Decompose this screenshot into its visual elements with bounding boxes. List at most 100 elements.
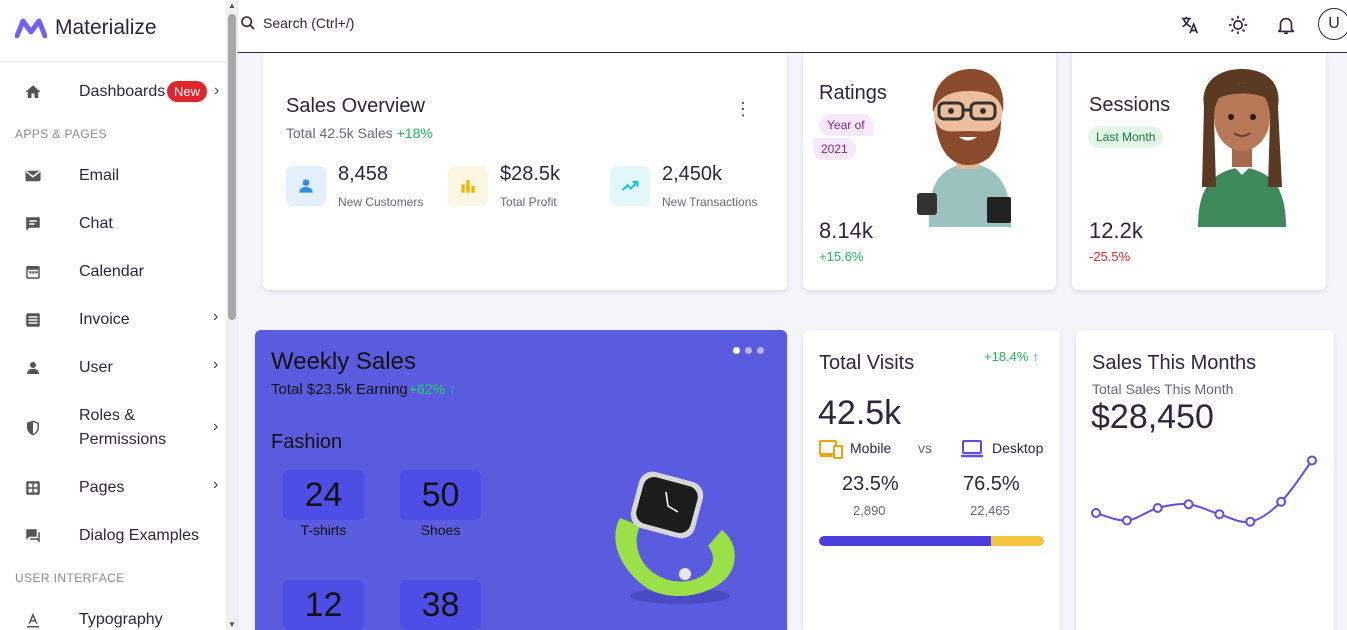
materialize-logo-icon [15,18,47,38]
chevron-right-icon: › [213,308,219,325]
scroll-up-arrow-icon[interactable]: ▲ [227,1,237,10]
smartwatch-image [615,471,735,604]
invoice-icon [23,310,43,330]
divider [0,61,226,62]
sidebar-item-label: Dashboards [79,83,166,100]
weekly-sales-title: Weekly Sales [271,348,416,375]
total-visits-growth: +18.4% ↑ [984,349,1039,364]
chart-point[interactable] [1307,455,1317,466]
visits-progress-bar [819,536,1044,546]
sidebar-item-label: Dialog Examples [79,527,200,544]
weekly-sales-card: Weekly Sales Total $23.5k Earning +62% ↑… [255,330,787,630]
chart-point[interactable] [1245,516,1256,527]
chart-point[interactable] [1276,496,1287,507]
pages-icon [23,478,43,498]
chart-point[interactable] [1091,508,1101,518]
carousel-dot[interactable] [745,347,752,354]
home-icon [23,82,43,102]
sidebar-item-label: User [79,359,113,376]
search-trigger[interactable]: Search (Ctrl+/) [240,15,354,31]
mobile-percentage: 23.5% [842,473,899,495]
chart-point[interactable] [1183,499,1194,510]
sidebar-item-label: Invoice [79,311,130,328]
mobile-count: 2,890 [853,503,886,518]
sidebar-item-label: Roles & [79,407,136,424]
weekly-sales-growth: +62% ↑ [408,381,456,397]
sidebar-item-label: Chat [79,215,113,232]
tshirts-label: T-shirts [300,522,347,538]
sessions-chip: Last Month [1088,126,1164,148]
trending-up-icon [610,166,650,206]
chart-point[interactable] [1214,509,1225,520]
sales-month-subtitle: Total Sales This Month [1092,381,1234,397]
sidebar-item-calendar[interactable]: Calendar [0,260,226,284]
sidebar-item-label: Pages [79,479,125,496]
sales-overview-card: Sales Overview Total 42.5k Sales +18% ⋮ … [263,53,787,290]
sidebar-item-chat[interactable]: Chat [0,212,226,236]
bearded-man-illustration [917,69,1011,227]
sidebar-item-roles-permissions[interactable]: Roles & Permissions › [0,404,226,452]
sidebar: Materialize Dashboards New › APPS & PAGE… [0,0,238,630]
desktop-share-fill [819,536,992,546]
shoes-count: 50 [400,470,481,520]
email-icon [23,166,43,186]
sidebar-item-pages[interactable]: Pages › [0,476,226,500]
sales-overview-title: Sales Overview [286,95,425,117]
customer-icon [286,166,326,206]
sales-month-title: Sales This Months [1092,352,1257,374]
total-visits-title: Total Visits [819,352,915,374]
weekly-sales-subtitle-row: Total $23.5k Earning +62% ↑ [271,381,456,398]
chevron-right-icon: › [214,82,220,99]
scroll-down-arrow-icon[interactable]: ▼ [227,620,237,629]
sidebar-item-dashboards[interactable]: Dashboards New › [0,80,226,104]
topbar: Search (Ctrl+/) U [238,0,1347,53]
ratings-value: 8.14k [819,218,873,243]
chevron-right-icon: › [213,476,219,493]
sun-icon[interactable] [1226,13,1250,37]
translate-icon[interactable] [1178,13,1202,37]
stat-value: $28.5k [500,163,561,185]
sidebar-item-typography[interactable]: Typography [0,608,226,630]
more-vertical-icon[interactable]: ⋮ [734,100,752,118]
scrollbar-thumb[interactable] [228,14,236,320]
carousel-dot[interactable] [733,347,740,354]
dialog-icon [23,526,43,546]
ratings-title: Ratings [819,82,887,104]
carousel-indicators [733,347,764,354]
chevron-right-icon: › [213,418,219,435]
sessions-value: 12.2k [1089,218,1143,243]
section-title-apps-pages: APPS & PAGES [15,127,107,141]
chart-point[interactable] [1152,503,1163,513]
chevron-right-icon: › [213,356,219,373]
sidebar-item-invoice[interactable]: Invoice › [0,308,226,332]
bell-icon[interactable] [1274,13,1298,37]
bar-chart-icon [448,166,488,206]
woman-illustration [1198,69,1286,227]
tshirts-count: 24 [283,470,364,520]
stat-value: 8,458 [338,163,389,185]
ratings-change: +15.6% [819,249,864,264]
vs-label: vs [918,440,932,456]
sessions-card: Sessions Last Month 12.2k -25.5% [1072,53,1326,290]
sidebar-item-dialog-examples[interactable]: Dialog Examples [0,524,226,548]
sessions-title: Sessions [1089,94,1171,116]
sales-this-month-card: Sales This Months Total Sales This Month… [1076,330,1334,630]
sidebar-scrollbar[interactable]: ▲ ▼ [226,0,237,630]
carousel-dot[interactable] [757,347,764,354]
chart-point[interactable] [1121,515,1132,526]
chat-icon [23,214,43,234]
brand[interactable]: Materialize [15,14,157,42]
sales-overview-subtitle: Total 42.5k Sales [286,125,393,141]
avatar[interactable]: U [1318,8,1347,40]
ratings-card: Ratings Year of 2021 8.14k +15.6% [803,53,1056,290]
typography-icon [23,610,43,630]
desktop-label: Desktop [992,440,1044,456]
mobile-label: Mobile [850,440,892,456]
laptop-icon [961,440,983,458]
sidebar-item-user[interactable]: User › [0,356,226,380]
sidebar-item-email[interactable]: Email [0,164,226,188]
sidebar-item-label: Email [79,167,120,184]
sidebar-item-label: Calendar [79,263,144,280]
search-icon [241,16,255,30]
desktop-percentage: 76.5% [963,473,1020,495]
